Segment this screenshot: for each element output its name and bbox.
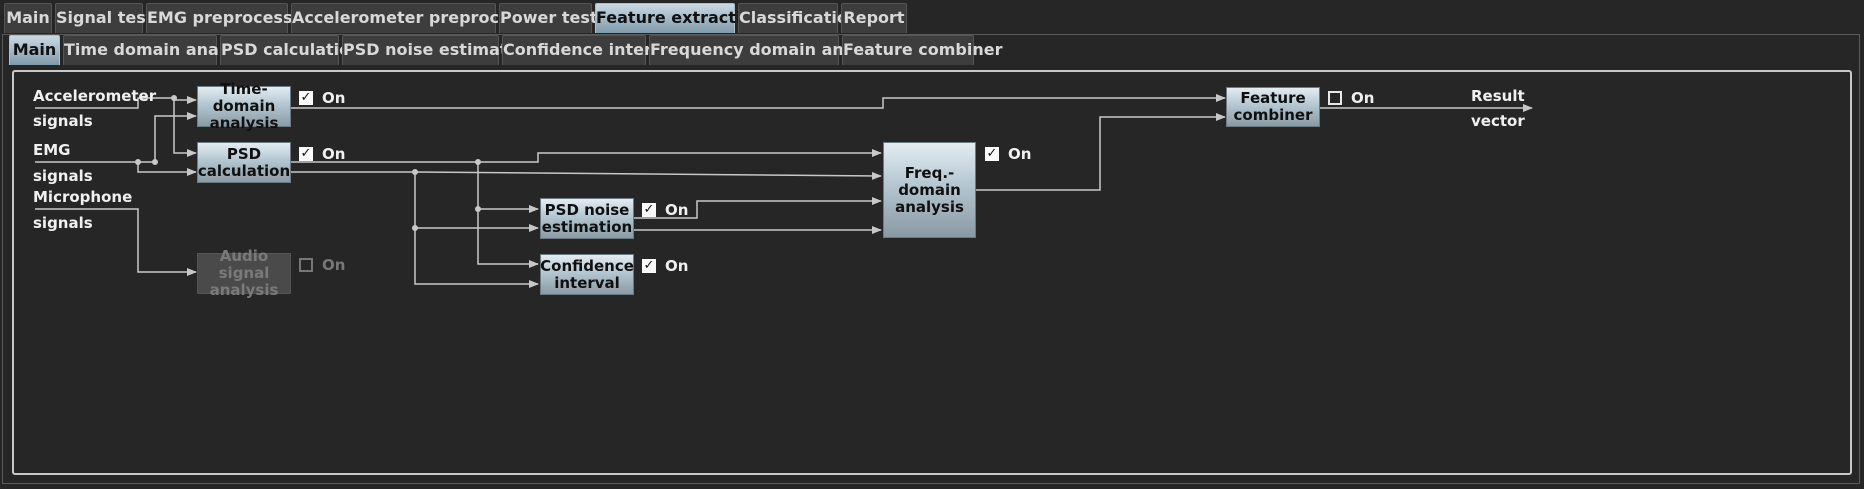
- confidence-interval-on-toggle[interactable]: ✓ On: [642, 257, 688, 275]
- feature-combiner-on-toggle[interactable]: On: [1328, 89, 1374, 107]
- vector-label: vector: [1471, 112, 1525, 130]
- signal-flow-wires: [35, 94, 1533, 288]
- confidence-interval-block[interactable]: Confidence interval: [540, 254, 634, 295]
- on-label: On: [665, 257, 689, 275]
- checkbox-unchecked-icon[interactable]: [299, 258, 313, 272]
- checkbox-checked-icon[interactable]: ✓: [299, 147, 313, 161]
- psd-noise-on-toggle[interactable]: ✓ On: [642, 201, 688, 219]
- audio-signal-analysis-block[interactable]: Audio signal analysis: [197, 248, 291, 299]
- checkbox-unchecked-icon[interactable]: [1328, 91, 1342, 105]
- time-domain-analysis-block[interactable]: Time-domain analysis: [197, 81, 291, 132]
- psd-calculation-block[interactable]: PSD calculation: [197, 142, 291, 183]
- psd-noise-estimation-block[interactable]: PSD noise estimation: [540, 198, 634, 239]
- microphone-label: Microphone: [33, 188, 133, 206]
- checkbox-checked-icon[interactable]: ✓: [985, 147, 999, 161]
- on-label: On: [322, 89, 346, 107]
- result-label: Result: [1471, 87, 1525, 105]
- checkbox-checked-icon[interactable]: ✓: [299, 91, 313, 105]
- on-label: On: [322, 145, 346, 163]
- feature-combiner-block[interactable]: Feature combiner: [1226, 87, 1320, 127]
- psd-calculation-on-toggle[interactable]: ✓ On: [299, 145, 345, 163]
- on-label: On: [1351, 89, 1375, 107]
- microphone-signals-label: signals: [33, 214, 93, 232]
- on-label: On: [1008, 145, 1032, 163]
- emg-label: EMG: [33, 141, 71, 159]
- accelerometer-signals-label: signals: [33, 112, 93, 130]
- accelerometer-label: Accelerometer: [33, 87, 157, 105]
- time-domain-on-toggle[interactable]: ✓ On: [299, 89, 345, 107]
- on-label: On: [665, 201, 689, 219]
- on-label: On: [322, 256, 346, 274]
- audio-analysis-on-toggle[interactable]: On: [299, 256, 345, 274]
- checkbox-checked-icon[interactable]: ✓: [642, 203, 656, 217]
- freq-domain-analysis-block[interactable]: Freq.-domain analysis: [883, 142, 976, 238]
- emg-signals-label: signals: [33, 167, 93, 185]
- freq-domain-on-toggle[interactable]: ✓ On: [985, 145, 1031, 163]
- checkbox-checked-icon[interactable]: ✓: [642, 259, 656, 273]
